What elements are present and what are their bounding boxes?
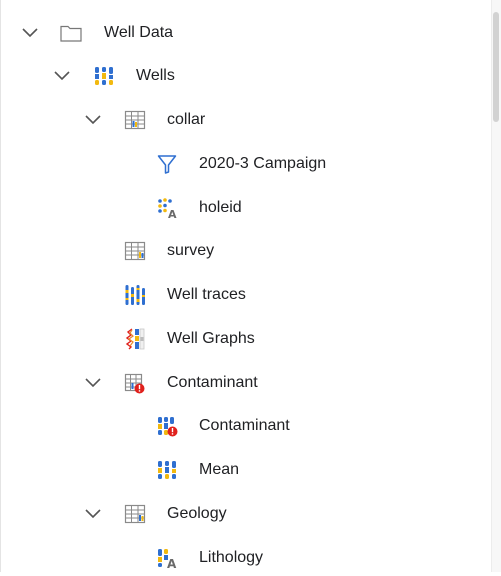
tree-node-label: Well Data xyxy=(104,24,174,41)
wells-icon xyxy=(156,459,178,481)
lithology-icon: A xyxy=(156,547,178,569)
tree-node-wells[interactable]: Wells xyxy=(0,58,488,94)
tree-node-holeid[interactable]: A holeid xyxy=(0,190,488,226)
chevron-down-icon[interactable] xyxy=(84,505,102,523)
category-text-icon: A xyxy=(156,197,178,219)
tree-node-label: survey xyxy=(167,242,215,259)
tree-node-contaminant-item[interactable]: Contaminant xyxy=(0,408,488,444)
tree-node-label: Lithology xyxy=(199,549,264,566)
wells-error-icon xyxy=(156,415,178,437)
chevron-down-icon[interactable] xyxy=(21,24,39,42)
svg-text:A: A xyxy=(168,208,177,219)
well-traces-icon xyxy=(124,284,146,306)
table-icon xyxy=(124,109,146,131)
tree-node-geology[interactable]: Geology xyxy=(0,496,488,532)
tree-node-well-graphs[interactable]: Well Graphs xyxy=(0,321,488,357)
chevron-down-icon[interactable] xyxy=(84,111,102,129)
filter-icon xyxy=(156,153,178,175)
tree-node-survey[interactable]: survey xyxy=(0,233,488,269)
tree-node-label: Contaminant xyxy=(167,374,258,391)
tree-node-label: Geology xyxy=(167,505,227,522)
tree-node-label: Mean xyxy=(199,461,240,478)
well-graphs-icon xyxy=(124,328,146,350)
folder-icon xyxy=(60,22,82,44)
tree-node-label: Contaminant xyxy=(199,417,290,434)
tree-node-well-data[interactable]: Well Data xyxy=(0,15,488,51)
tree-node-contaminant-table[interactable]: Contaminant xyxy=(0,365,488,401)
table-icon xyxy=(124,240,146,262)
tree-node-label: 2020-3 Campaign xyxy=(199,155,327,172)
tree-node-collar[interactable]: collar xyxy=(0,102,488,138)
table-error-icon xyxy=(124,372,146,394)
tree-node-label: collar xyxy=(167,111,206,128)
chevron-down-icon[interactable] xyxy=(53,67,71,85)
chevron-down-icon[interactable] xyxy=(84,374,102,392)
tree-node-label: Well Graphs xyxy=(167,330,255,347)
tree-node-lithology[interactable]: A Lithology xyxy=(0,540,488,576)
tree-node-2020-3-campaign[interactable]: 2020-3 Campaign xyxy=(0,146,488,182)
tree-node-mean[interactable]: Mean xyxy=(0,452,488,488)
wells-icon xyxy=(93,65,115,87)
svg-text:A: A xyxy=(167,557,177,569)
tree-node-well-traces[interactable]: Well traces xyxy=(0,277,488,313)
tree-node-label: holeid xyxy=(199,199,242,216)
tree-node-label: Wells xyxy=(136,67,175,84)
scrollbar-thumb[interactable] xyxy=(493,12,499,122)
tree-node-label: Well traces xyxy=(167,286,246,303)
table-icon xyxy=(124,503,146,525)
